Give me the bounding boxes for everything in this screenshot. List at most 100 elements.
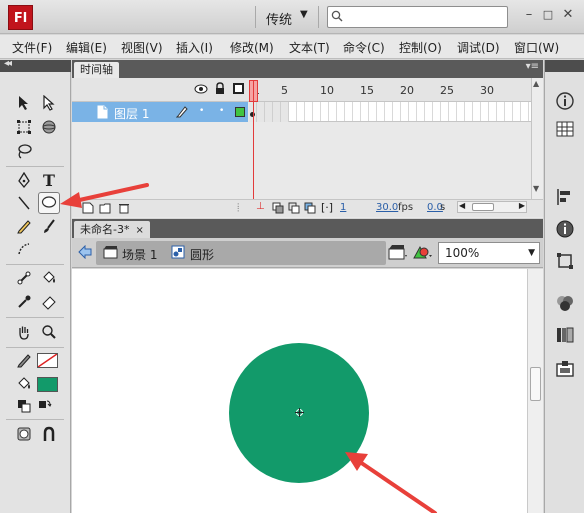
back-arrow-icon[interactable]	[78, 244, 92, 262]
frame-number: 15	[360, 84, 374, 97]
right-panel-dock	[544, 60, 584, 513]
brush-tool-icon[interactable]	[38, 216, 60, 238]
chevron-down-icon[interactable]: ▼	[300, 9, 308, 20]
annotation-arrow-icon	[345, 452, 437, 513]
search-input[interactable]	[327, 6, 508, 28]
tools-divider	[6, 347, 64, 348]
frame-rate-value[interactable]: 30.0	[376, 202, 398, 213]
document-tab-bar: 未命名-3* ×	[72, 219, 543, 238]
outline-layers-icon[interactable]	[233, 83, 244, 94]
paint-bucket-tool-icon[interactable]	[38, 268, 60, 290]
timeline-horizontal-scrollbar[interactable]: ◀ ▶	[457, 201, 527, 213]
layer-outline-color-icon[interactable]	[235, 107, 245, 117]
stroke-color-icon[interactable]	[13, 350, 35, 372]
menu-control[interactable]: 控制(O)	[399, 39, 442, 56]
tab-document[interactable]: 未命名-3* ×	[74, 221, 150, 238]
visibility-dot-icon[interactable]: •	[199, 106, 204, 116]
scroll-down-icon[interactable]: ▼	[533, 184, 539, 193]
stroke-color-swatch[interactable]	[37, 353, 58, 368]
layer-name[interactable]: 图层 1	[114, 105, 149, 122]
frame-number: 10	[320, 84, 334, 97]
line-tool-icon[interactable]	[13, 193, 35, 215]
scroll-up-icon[interactable]: ▲	[533, 79, 539, 88]
fill-color-icon[interactable]	[13, 374, 35, 396]
tools-panel-header[interactable]: ◂◂	[0, 58, 71, 72]
eyedropper-tool-icon[interactable]	[13, 292, 35, 314]
bone-tool-icon[interactable]	[13, 268, 35, 290]
center-frame-icon[interactable]: ⊥	[256, 201, 265, 212]
selection-tool-icon[interactable]	[13, 93, 35, 115]
chevron-down-icon[interactable]: ▼	[528, 248, 535, 258]
search-icon	[331, 10, 343, 22]
menu-text[interactable]: 文本(T)	[289, 39, 330, 56]
graphic-symbol-icon	[171, 245, 185, 262]
onion-skin-icon[interactable]	[272, 202, 284, 217]
edit-multiple-frames-icon[interactable]	[304, 202, 316, 217]
zoom-tool-icon[interactable]	[38, 322, 60, 344]
deco-tool-icon[interactable]	[13, 239, 35, 261]
fill-color-swatch[interactable]	[37, 377, 58, 392]
edit-symbols-icon[interactable]	[413, 244, 433, 263]
menu-window[interactable]: 窗口(W)	[514, 39, 559, 56]
resize-grip-icon[interactable]: ⦙	[237, 201, 239, 215]
frame-rate-unit: fps	[398, 202, 414, 213]
tab-timeline[interactable]: 时间轴	[74, 62, 119, 78]
scroll-left-icon[interactable]: ◀	[459, 201, 465, 210]
scroll-thumb[interactable]	[472, 203, 494, 211]
lock-layers-icon[interactable]	[214, 82, 226, 98]
collapse-icon[interactable]: ◂◂	[4, 58, 12, 69]
menu-debug[interactable]: 调试(D)	[457, 39, 500, 56]
title-divider	[318, 6, 319, 28]
maximize-icon[interactable]: □	[539, 8, 557, 21]
object-drawing-icon[interactable]	[13, 424, 35, 446]
eraser-tool-icon[interactable]	[38, 292, 60, 314]
show-hide-layers-icon[interactable]	[194, 83, 208, 98]
3d-rotation-tool-icon[interactable]	[38, 117, 60, 139]
swatches-icon[interactable]	[554, 324, 576, 346]
menu-edit[interactable]: 编辑(E)	[66, 39, 107, 56]
breadcrumb-scene[interactable]: 场景 1	[122, 246, 157, 263]
workspace-switcher[interactable]: 传统	[266, 9, 292, 28]
breadcrumb-symbol[interactable]: 圆形	[190, 246, 214, 263]
stage-vertical-scrollbar[interactable]	[527, 269, 543, 513]
lock-dot-icon[interactable]: •	[219, 106, 224, 116]
pen-tool-icon[interactable]	[13, 170, 35, 192]
color-icon[interactable]	[554, 292, 576, 314]
modify-markers-icon[interactable]: [·]	[321, 201, 333, 214]
transform-icon[interactable]	[554, 250, 576, 272]
components-icon[interactable]	[554, 358, 576, 380]
default-colors-icon[interactable]	[13, 396, 35, 418]
playhead-line	[253, 80, 254, 206]
frame-number: 30	[480, 84, 494, 97]
minimize-icon[interactable]: –	[520, 7, 538, 22]
scroll-thumb[interactable]	[530, 367, 541, 401]
lasso-tool-icon[interactable]	[13, 141, 35, 163]
close-tab-icon[interactable]: ×	[135, 225, 143, 236]
panel-menu-icon[interactable]: ▾≡	[526, 61, 539, 72]
info-icon[interactable]	[554, 218, 576, 240]
menu-modify[interactable]: 修改(M)	[230, 39, 274, 56]
properties-icon[interactable]	[554, 90, 576, 112]
layer-row[interactable]: 图层 1 • •	[72, 102, 248, 122]
swap-colors-icon[interactable]	[33, 396, 55, 418]
pencil-tool-icon[interactable]	[13, 216, 35, 238]
menu-commands[interactable]: 命令(C)	[343, 39, 385, 56]
free-transform-tool-icon[interactable]	[13, 117, 35, 139]
library-icon[interactable]	[554, 118, 576, 140]
dock-header[interactable]	[545, 60, 584, 72]
timeline-vertical-scrollbar[interactable]: ▲ ▼	[531, 78, 543, 199]
onion-skin-outlines-icon[interactable]	[288, 202, 300, 217]
snap-to-objects-icon[interactable]	[38, 424, 60, 446]
subselection-tool-icon[interactable]	[38, 93, 60, 115]
zoom-select[interactable]: 100% ▼	[438, 242, 540, 264]
edit-scene-icon[interactable]	[388, 244, 408, 263]
menu-view[interactable]: 视图(V)	[121, 39, 163, 56]
hand-tool-icon[interactable]	[13, 322, 35, 344]
close-icon[interactable]: ✕	[559, 7, 577, 22]
scroll-right-icon[interactable]: ▶	[519, 201, 525, 210]
frames-grid[interactable]	[249, 102, 531, 122]
menu-insert[interactable]: 插入(I)	[176, 39, 213, 56]
menu-file[interactable]: 文件(F)	[12, 39, 52, 56]
align-icon[interactable]	[554, 186, 576, 208]
current-frame[interactable]: 1	[340, 202, 346, 213]
